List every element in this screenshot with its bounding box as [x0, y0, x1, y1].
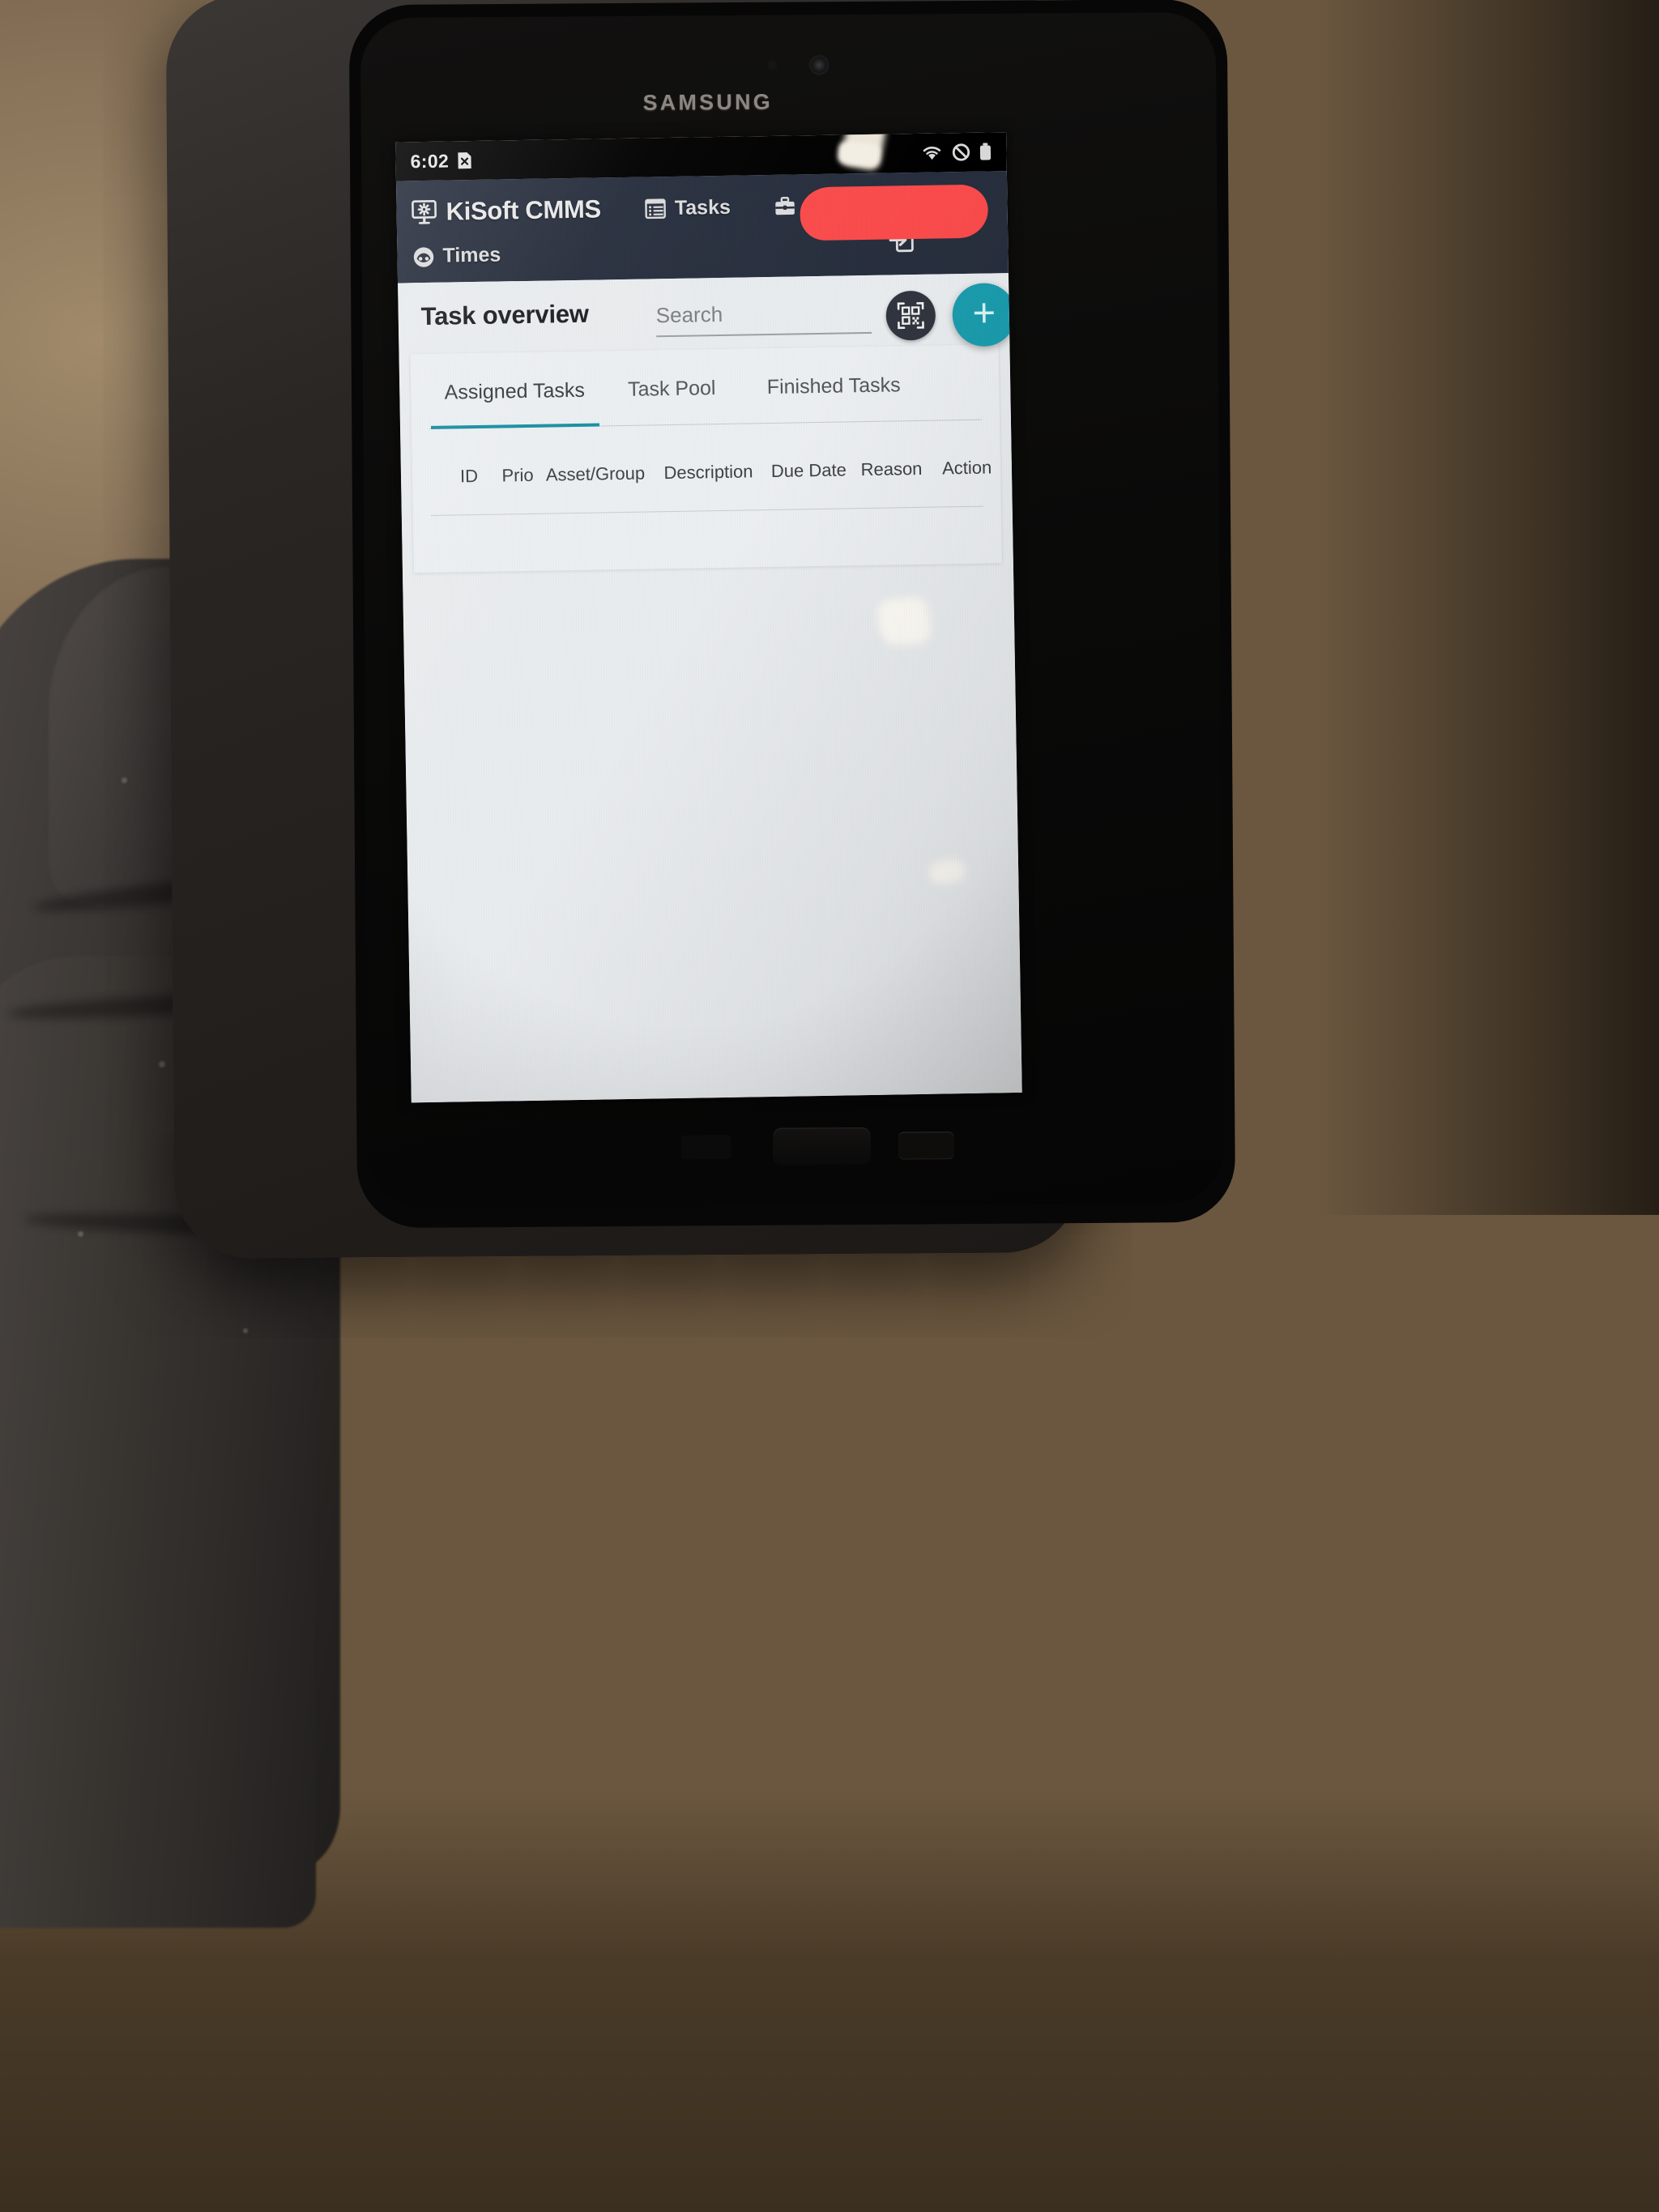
no-sd-card-icon [455, 151, 473, 170]
nav-item-tasks-label: Tasks [674, 195, 731, 219]
qr-code-scan-icon[interactable] [885, 290, 936, 341]
glove-speck [78, 1231, 83, 1237]
main-content: Task overview Search + Assigned Tasks Ta… [398, 273, 1022, 1103]
column-header-reason[interactable]: Reason [855, 458, 927, 480]
home-key[interactable] [773, 1127, 871, 1166]
kisoft-monitor-gear-icon [411, 198, 439, 227]
redaction-blob [800, 184, 989, 241]
photo-background-shadow [1319, 0, 1659, 1215]
task-card: Assigned Tasks Task Pool Finished Tasks … [410, 344, 1002, 573]
soft-key-left[interactable] [680, 1135, 731, 1160]
screen-glare [882, 618, 932, 646]
clock-face-icon [412, 245, 434, 267]
battery-icon [979, 142, 992, 161]
search-field[interactable] [655, 299, 872, 337]
tablet-screen: 6:02 KiSoft CMMS Tasks Times Task overvi… [395, 132, 1022, 1103]
nav-item-tasks[interactable]: Tasks [645, 195, 731, 220]
screen-glare [837, 140, 881, 168]
plus-icon: + [972, 290, 996, 335]
glove-speck [243, 1328, 248, 1333]
search-input[interactable] [655, 299, 872, 336]
tab-task-pool[interactable]: Task Pool [603, 377, 740, 427]
column-header-prio[interactable]: Prio [490, 465, 546, 487]
column-header-description[interactable]: Description [657, 461, 761, 484]
tablet-device: SAMSUNG 6:02 KiSoft CMMS Tasks Times Tas… [165, 0, 1236, 1259]
nav-item-times-label: Times [442, 242, 501, 267]
samsung-logo: SAMSUNG [642, 89, 774, 115]
app-title: KiSoft CMMS [446, 194, 602, 226]
column-header-id[interactable]: ID [448, 466, 490, 488]
toolbar-row: Task overview Search + [398, 273, 1017, 347]
status-bar-left: 6:02 [410, 150, 473, 173]
task-table-body [413, 506, 1002, 558]
status-bar-right [920, 142, 992, 162]
add-task-button[interactable]: + [952, 282, 1017, 347]
tab-finished-tasks[interactable]: Finished Tasks [748, 373, 920, 424]
column-header-action[interactable]: Action [933, 457, 1000, 479]
tab-assigned-tasks[interactable]: Assigned Tasks [430, 378, 599, 428]
app-bar-secondary-row: Times [412, 184, 994, 276]
list-table-icon [645, 198, 667, 219]
do-not-disturb-icon [951, 143, 970, 162]
nav-item-times[interactable]: Times [412, 243, 501, 268]
page-title: Task overview [420, 299, 590, 331]
tab-bar: Assigned Tasks Task Pool Finished Tasks [411, 344, 1000, 429]
toolbox-icon [774, 195, 796, 217]
glove-speck [122, 778, 127, 783]
column-header-due-date[interactable]: Due Date [768, 459, 850, 482]
camera-icon [811, 57, 828, 74]
app-bar: KiSoft CMMS Tasks Times [395, 171, 1009, 283]
soft-key-right[interactable] [898, 1132, 954, 1160]
sensor-dot [767, 60, 778, 70]
glove-speck [159, 1061, 165, 1068]
wifi-icon [920, 143, 943, 161]
column-header-asset-group[interactable]: Asset/Group [545, 463, 646, 486]
task-table-header: ID Prio Asset/Group Description Due Date… [412, 420, 1000, 488]
status-bar-clock: 6:02 [410, 150, 450, 172]
